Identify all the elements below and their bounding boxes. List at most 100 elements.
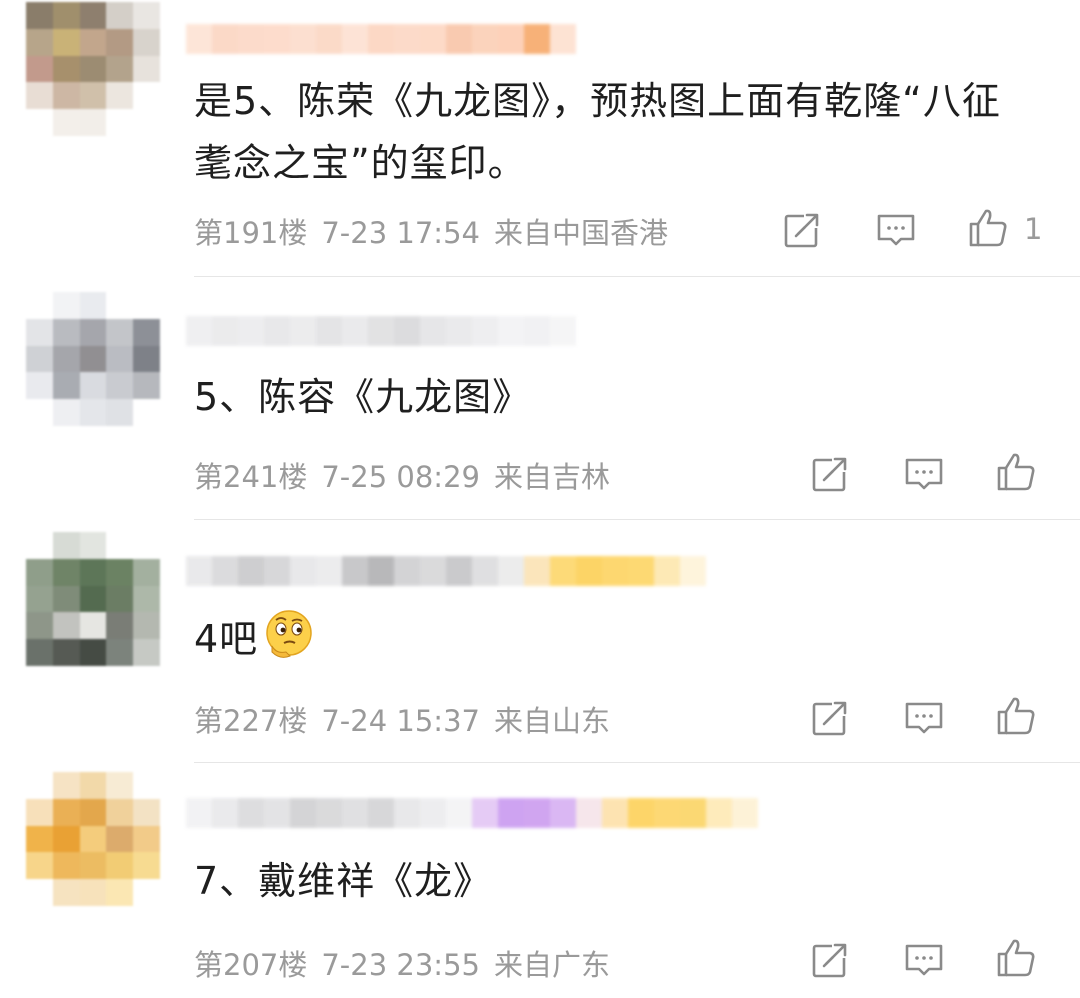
username-pixel: [238, 798, 264, 828]
avatar-pixel: [52, 798, 80, 826]
avatar-pixel: [133, 798, 160, 826]
avatar-pixel: [106, 399, 134, 426]
avatar[interactable]: [26, 292, 160, 426]
username-pixel: [342, 798, 368, 828]
avatar[interactable]: [26, 2, 160, 136]
comment-meta: 第241楼 7-25 08:29 来自吉林: [194, 454, 624, 496]
avatar-pixel: [106, 585, 134, 613]
thumbs-up-icon: [966, 206, 1010, 250]
username-pixel: [238, 316, 264, 346]
avatar-pixel: [79, 28, 107, 56]
avatar-pixel: [26, 798, 53, 826]
floor-number: 第191楼: [194, 216, 308, 250]
share-edit-icon: [780, 208, 824, 252]
avatar-pixel: [52, 55, 80, 83]
username-pixel: [316, 24, 342, 54]
username-blurred[interactable]: [186, 556, 706, 586]
avatar-pixel: [26, 372, 53, 400]
share-edit-icon: [808, 452, 852, 496]
like-button[interactable]: [994, 450, 1038, 494]
reply-button[interactable]: [902, 696, 946, 740]
username-blurred[interactable]: [186, 316, 602, 346]
avatar-pixel: [52, 372, 80, 400]
avatar-pixel: [26, 852, 53, 880]
username-pixel: [420, 556, 446, 586]
avatar-pixel: [79, 558, 107, 586]
avatar-pixel: [26, 612, 53, 640]
avatar-pixel: [106, 532, 134, 559]
comment-location: 来自广东: [493, 948, 610, 982]
floor-number: 第227楼: [194, 704, 308, 738]
comment-date: 7-23 23:55: [321, 948, 480, 982]
username-pixel: [654, 798, 680, 828]
comment-bubble-icon: [902, 696, 946, 740]
username-pixel: [342, 24, 368, 54]
avatar-pixel: [79, 82, 107, 110]
username-pixel: [212, 556, 238, 586]
comment-meta: 第227楼 7-24 15:37 来自山东: [194, 698, 624, 740]
username-pixel: [550, 24, 576, 54]
username-pixel: [472, 24, 498, 54]
like-button[interactable]: [994, 694, 1038, 738]
avatar-pixel: [79, 798, 107, 826]
repost-button[interactable]: [780, 208, 824, 252]
username-pixel: [472, 556, 498, 586]
username-pixel: [446, 556, 472, 586]
avatar-pixel: [26, 345, 53, 373]
avatar-pixel: [133, 772, 160, 799]
share-edit-icon: [808, 938, 852, 982]
avatar-pixel: [133, 585, 160, 613]
thumbs-up-icon: [994, 936, 1038, 980]
avatar-pixel: [79, 532, 107, 559]
username-pixel: [524, 24, 550, 54]
comment-text: 是5、陈荣《九龙图》，预热图上面有乾隆“八征耄念之宝”的玺印。: [194, 79, 1001, 185]
username-pixel: [186, 24, 212, 54]
username-pixel: [290, 316, 316, 346]
username-pixel: [472, 798, 498, 828]
avatar[interactable]: [26, 772, 160, 906]
username-pixel: [628, 556, 654, 586]
username-pixel: [446, 316, 472, 346]
avatar-pixel: [133, 2, 160, 29]
username-pixel: [576, 798, 602, 828]
username-pixel: [680, 556, 706, 586]
username-pixel: [602, 556, 628, 586]
reply-button[interactable]: [902, 938, 946, 982]
avatar-pixel: [52, 2, 80, 29]
username-pixel: [498, 316, 524, 346]
username-blurred[interactable]: [186, 798, 758, 828]
username-pixel: [212, 798, 238, 828]
avatar-pixel: [133, 28, 160, 56]
username-pixel: [420, 798, 446, 828]
username-pixel: [472, 316, 498, 346]
username-pixel: [524, 798, 550, 828]
floor-number: 第241楼: [194, 460, 308, 494]
username-pixel: [186, 798, 212, 828]
username-blurred[interactable]: [186, 24, 576, 54]
comment-date: 7-24 15:37: [321, 704, 480, 738]
comment-location: 来自山东: [493, 704, 610, 738]
username-pixel: [264, 798, 290, 828]
avatar-pixel: [106, 772, 134, 799]
repost-button[interactable]: [808, 696, 852, 740]
repost-button[interactable]: [808, 452, 852, 496]
avatar-pixel: [52, 292, 80, 319]
username-pixel: [316, 798, 342, 828]
avatar-pixel: [79, 852, 107, 880]
avatar-pixel: [26, 585, 53, 613]
username-pixel: [550, 316, 576, 346]
like-button[interactable]: [994, 936, 1038, 980]
username-pixel: [290, 24, 316, 54]
reply-button[interactable]: [902, 452, 946, 496]
username-pixel: [654, 556, 680, 586]
like-button[interactable]: [966, 206, 1010, 250]
username-pixel: [602, 798, 628, 828]
comment-date: 7-25 08:29: [321, 460, 480, 494]
username-pixel: [498, 798, 524, 828]
like-count: 1: [1024, 212, 1043, 246]
username-pixel: [264, 24, 290, 54]
avatar-pixel: [133, 292, 160, 319]
repost-button[interactable]: [808, 938, 852, 982]
reply-button[interactable]: [874, 208, 918, 252]
avatar[interactable]: [26, 532, 160, 666]
